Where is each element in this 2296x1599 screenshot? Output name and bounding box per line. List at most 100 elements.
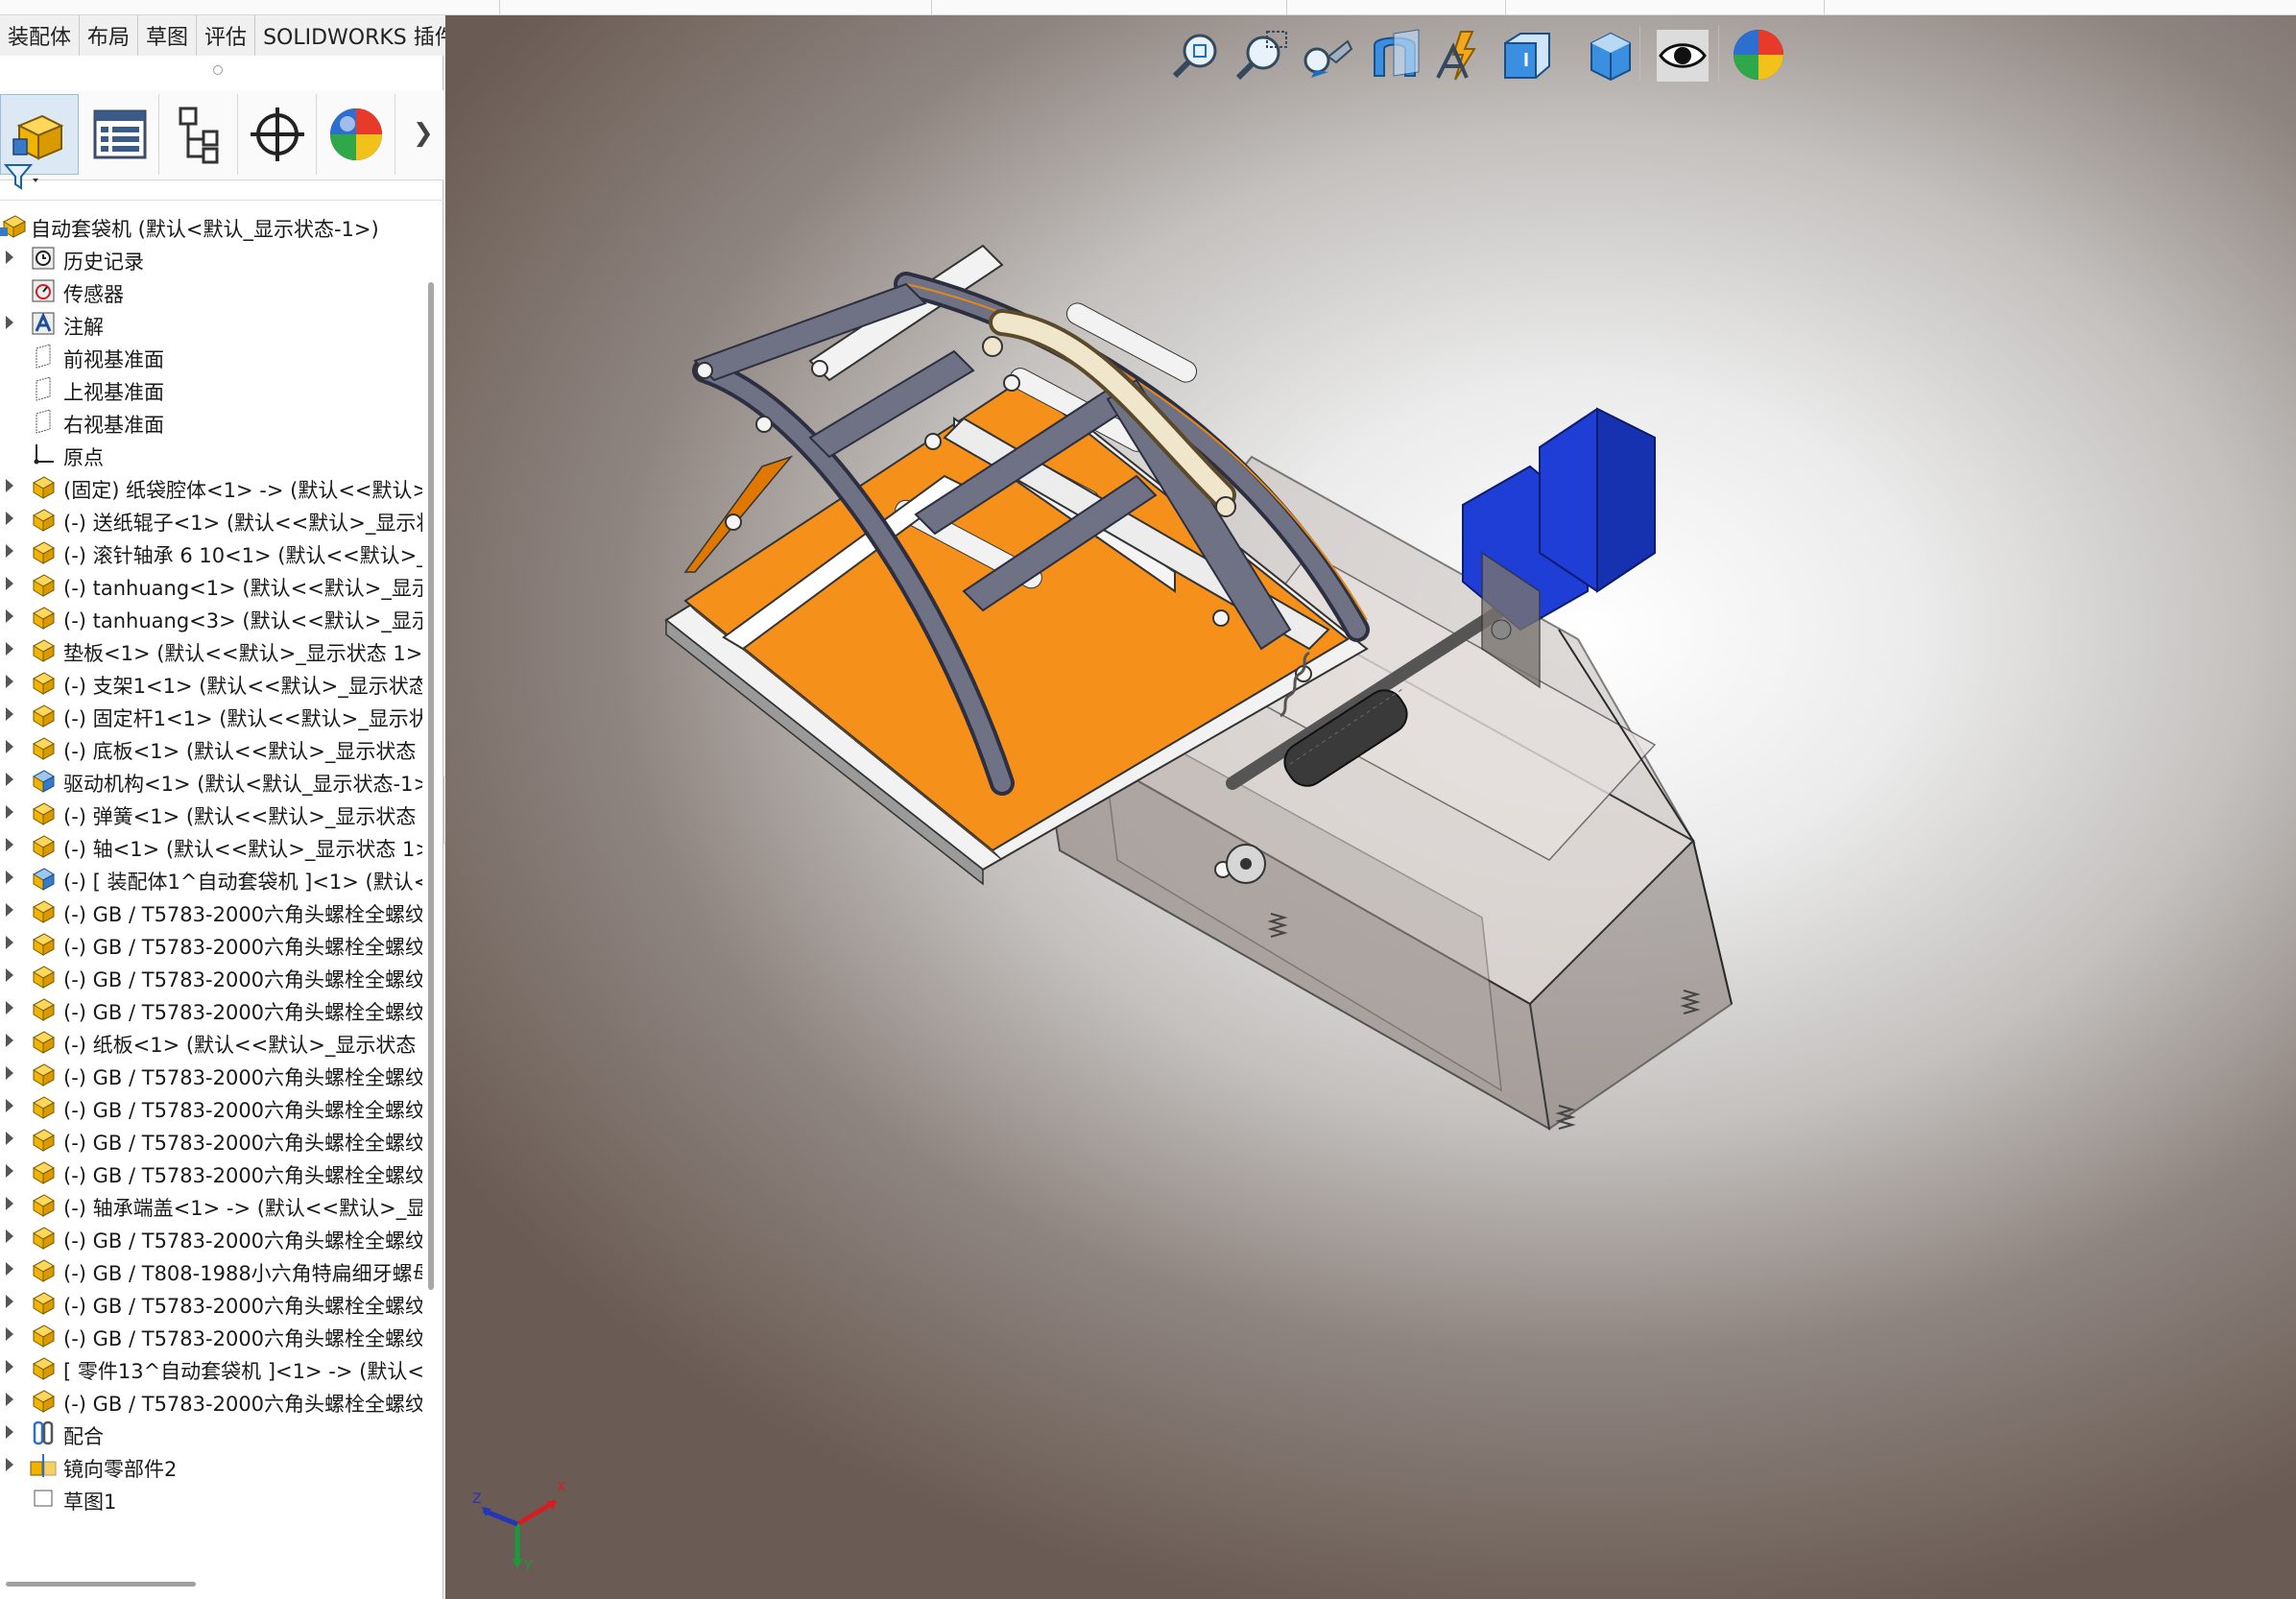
tree-item[interactable]: (-) tanhuang<3> (默认<<默认>_显示: [0, 601, 422, 633]
command-tab[interactable]: 装配体: [0, 15, 81, 56]
filter-icon[interactable]: [2, 159, 40, 194]
expand-arrow-icon[interactable]: [6, 1034, 13, 1047]
tree-item[interactable]: 垫板<1> (默认<<默认>_显示状态 1>): [0, 633, 422, 666]
tree-item[interactable]: (-) [ 装配体1^自动套袋机 ]<1> (默认<: [0, 862, 422, 895]
tree-item[interactable]: (-) GB / T5783-2000六角头螺栓全螺纹: [0, 1156, 422, 1188]
tree-item[interactable]: (-) GB / T5783-2000六角头螺栓全螺纹: [0, 1319, 422, 1351]
display-manager-tab[interactable]: [317, 94, 395, 175]
tree-item[interactable]: (-) 弹簧<1> (默认<<默认>_显示状态 1: [0, 797, 422, 829]
tree-item[interactable]: [ 零件13^自动套袋机 ]<1> -> (默认<<: [0, 1351, 422, 1384]
expand-arrow-icon[interactable]: [6, 316, 13, 329]
expand-arrow-icon[interactable]: [6, 968, 13, 982]
expand-arrow-icon[interactable]: [6, 707, 13, 721]
expand-arrow-icon[interactable]: [6, 1197, 13, 1210]
dimxpert-tab[interactable]: [238, 94, 317, 175]
expand-arrow-icon[interactable]: [6, 1132, 13, 1145]
edit-appearance-icon[interactable]: [1732, 27, 1787, 84]
hide-show-items-icon[interactable]: [1655, 27, 1710, 84]
tree-item[interactable]: 原点: [0, 438, 422, 470]
expand-arrow-icon[interactable]: [6, 871, 13, 884]
command-tab[interactable]: 评估: [197, 15, 256, 56]
view-orientation-icon[interactable]: [1497, 27, 1553, 84]
expand-arrow-icon[interactable]: [6, 1001, 13, 1014]
panel-grip[interactable]: [213, 65, 223, 75]
command-tab[interactable]: 草图: [138, 15, 198, 56]
command-tab[interactable]: SOLIDWORKS 插件: [255, 15, 465, 56]
expand-arrow-icon[interactable]: [6, 1099, 13, 1112]
appearance-icon: [329, 108, 382, 160]
expand-arrow-icon[interactable]: [6, 675, 13, 688]
expand-arrow-icon[interactable]: [6, 1327, 13, 1341]
tree-item[interactable]: (-) GB / T5783-2000六角头螺栓全螺纹: [0, 927, 422, 960]
expand-arrow-icon[interactable]: [6, 512, 13, 525]
tree-item[interactable]: 传感器: [0, 274, 422, 307]
tree-item[interactable]: (-) 支架1<1> (默认<<默认>_显示状态: [0, 666, 422, 699]
tree-vertical-scrollbar[interactable]: [428, 282, 434, 1290]
command-tab[interactable]: 布局: [80, 15, 139, 56]
tree-item[interactable]: (-) tanhuang<1> (默认<<默认>_显示: [0, 568, 422, 601]
configurationmanager-tab[interactable]: [159, 94, 238, 175]
expand-arrow-icon[interactable]: [6, 544, 13, 558]
expand-arrow-icon[interactable]: [6, 609, 13, 623]
tree-item[interactable]: (-) 固定杆1<1> (默认<<默认>_显示状: [0, 699, 422, 731]
tree-item[interactable]: (-) 纸板<1> (默认<<默认>_显示状态 1: [0, 1025, 422, 1058]
tree-horizontal-scrollbar[interactable]: [6, 1582, 196, 1587]
expand-arrow-icon[interactable]: [6, 903, 13, 917]
dynamic-annotation-view-icon[interactable]: [1432, 27, 1488, 84]
tree-item[interactable]: 右视基准面: [0, 405, 422, 438]
tree-item[interactable]: 前视基准面: [0, 340, 422, 372]
tree-item[interactable]: (-) GB / T5783-2000六角头螺栓全螺纹: [0, 1384, 422, 1417]
tree-item[interactable]: (-) 滚针轴承 6 10<1> (默认<<默认>_: [0, 536, 422, 568]
display-style-icon[interactable]: [1582, 27, 1638, 84]
tree-item[interactable]: 注解: [0, 307, 422, 340]
tree-item[interactable]: 驱动机构<1> (默认<默认_显示状态-1>: [0, 764, 422, 797]
zoom-to-fit-icon[interactable]: [1169, 27, 1225, 84]
more-tabs-chevron-icon[interactable]: ❯: [413, 119, 434, 148]
tree-item[interactable]: (固定) 纸袋腔体<1> -> (默认<<默认>: [0, 470, 422, 503]
strip-divider: [1824, 0, 1825, 15]
expand-arrow-icon[interactable]: [6, 251, 13, 264]
previous-view-icon[interactable]: [1300, 27, 1355, 84]
tree-item[interactable]: (-) GB / T5783-2000六角头螺栓全螺纹: [0, 1221, 422, 1253]
tree-item[interactable]: (-) GB / T5783-2000六角头螺栓全螺纹: [0, 1058, 422, 1090]
expand-arrow-icon[interactable]: [6, 773, 13, 786]
tree-item[interactable]: (-) 轴承端盖<1> -> (默认<<默认>_显: [0, 1188, 422, 1221]
expand-arrow-icon[interactable]: [6, 1164, 13, 1178]
zoom-to-area-icon[interactable]: [1234, 27, 1290, 84]
tree-item[interactable]: (-) GB / T5783-2000六角头螺栓全螺纹: [0, 895, 422, 927]
expand-arrow-icon[interactable]: [6, 1360, 13, 1373]
expand-arrow-icon[interactable]: [6, 1295, 13, 1308]
expand-arrow-icon[interactable]: [6, 1262, 13, 1276]
expand-arrow-icon[interactable]: [6, 642, 13, 656]
expand-arrow-icon[interactable]: [6, 577, 13, 590]
expand-arrow-icon[interactable]: [6, 838, 13, 851]
tree-root-assembly[interactable]: 自动套袋机 (默认<默认_显示状态-1>): [0, 209, 422, 242]
tree-item[interactable]: 镜向零部件2: [0, 1449, 422, 1482]
expand-arrow-icon[interactable]: [6, 740, 13, 753]
tree-item[interactable]: 上视基准面: [0, 372, 422, 405]
tree-item[interactable]: (-) GB / T808-1988小六角特扁细牙螺母: [0, 1253, 422, 1286]
expand-arrow-icon[interactable]: [6, 1393, 13, 1406]
expand-arrow-icon[interactable]: [6, 936, 13, 949]
tree-item[interactable]: (-) GB / T5783-2000六角头螺栓全螺纹: [0, 992, 422, 1025]
tree-item[interactable]: (-) 送纸辊子<1> (默认<<默认>_显示状: [0, 503, 422, 536]
expand-arrow-icon[interactable]: [6, 1229, 13, 1243]
section-view-icon[interactable]: [1367, 27, 1423, 84]
tree-item[interactable]: (-) GB / T5783-2000六角头螺栓全螺纹: [0, 960, 422, 992]
expand-arrow-icon[interactable]: [6, 1425, 13, 1439]
tree-item[interactable]: (-) 底板<1> (默认<<默认>_显示状态 1: [0, 731, 422, 764]
propertymanager-tab[interactable]: [81, 94, 159, 175]
tree-item[interactable]: 配合: [0, 1417, 422, 1449]
expand-arrow-icon[interactable]: [6, 479, 13, 492]
tree-item[interactable]: 草图1: [0, 1482, 422, 1515]
graphics-viewport[interactable]: X Z Y: [445, 15, 2296, 1599]
assembly-model[interactable]: [445, 15, 2296, 1599]
expand-arrow-icon[interactable]: [6, 1458, 13, 1471]
tree-item[interactable]: (-) GB / T5783-2000六角头螺栓全螺纹: [0, 1123, 422, 1156]
expand-arrow-icon[interactable]: [6, 805, 13, 819]
tree-item[interactable]: (-) 轴<1> (默认<<默认>_显示状态 1>: [0, 829, 422, 862]
expand-arrow-icon[interactable]: [6, 1066, 13, 1080]
tree-item[interactable]: (-) GB / T5783-2000六角头螺栓全螺纹: [0, 1286, 422, 1319]
tree-item[interactable]: 历史记录: [0, 242, 422, 274]
tree-item[interactable]: (-) GB / T5783-2000六角头螺栓全螺纹: [0, 1090, 422, 1123]
